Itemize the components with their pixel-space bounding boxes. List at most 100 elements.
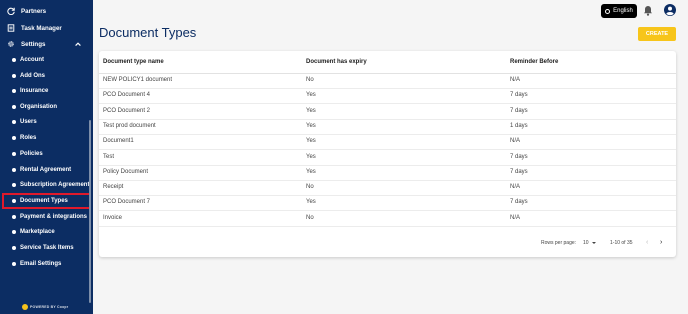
sidebar-item-label: Service Task Items	[20, 245, 74, 251]
column-header-reminder[interactable]: Reminder Before	[510, 59, 558, 65]
cell-document-type-name: Test prod document	[103, 122, 156, 129]
cell-has-expiry: Yes	[306, 92, 316, 99]
sidebar-item-insurance[interactable]: Insurance	[0, 84, 93, 98]
sidebar-item-payment-integrations[interactable]: Payment & integrations	[0, 210, 93, 224]
sidebar-item-label: Add Ons	[20, 73, 45, 79]
sidebar-item-document-types[interactable]: Document Types	[2, 193, 91, 209]
sidebar-item-label: Settings	[21, 40, 46, 48]
rows-per-page-label: Rows per page:	[541, 240, 577, 246]
globe-icon	[605, 8, 611, 14]
cell-reminder-before: 1 days	[510, 122, 528, 129]
cell-document-type-name: Test	[103, 153, 115, 160]
gear-icon	[7, 40, 15, 48]
bullet-icon	[12, 199, 16, 203]
sidebar-item-label: Partners	[21, 7, 47, 15]
sidebar-item-organisation[interactable]: Organisation	[0, 100, 93, 114]
sidebar-item-label: Document Types	[20, 198, 68, 204]
bullet-icon	[12, 105, 16, 109]
table-row[interactable]: Test prod document Yes 1 days	[99, 120, 676, 135]
sidebar-item-users[interactable]: Users	[0, 115, 93, 129]
sidebar-item-service-task-items[interactable]: Service Task Items	[0, 241, 93, 255]
bullet-icon	[12, 215, 16, 219]
cell-has-expiry: Yes	[306, 199, 316, 206]
column-header-name[interactable]: Document type name	[103, 59, 164, 65]
cell-has-expiry: Yes	[306, 122, 316, 129]
table-row[interactable]: Invoice No N/A	[99, 212, 676, 227]
sidebar-item-label: Policies	[20, 151, 43, 157]
cell-document-type-name: PCO Document 7	[103, 199, 151, 206]
cell-reminder-before: 7 days	[510, 92, 528, 99]
sidebar-item-add-ons[interactable]: Add Ons	[0, 69, 93, 83]
sidebar-item-roles[interactable]: Roles	[0, 131, 93, 145]
create-button[interactable]: CREATE	[638, 27, 676, 41]
sidebar-item-account[interactable]: Account	[0, 53, 93, 67]
user-account-icon[interactable]	[664, 4, 676, 16]
bullet-icon	[12, 168, 16, 172]
column-header-expiry[interactable]: Document has expiry	[306, 59, 367, 65]
cell-reminder-before: 7 days	[510, 153, 528, 160]
bullet-icon	[12, 246, 16, 250]
sidebar-item-subscription-agreement[interactable]: Subscription Agreement	[0, 178, 93, 192]
table-row[interactable]: Test Yes 7 days	[99, 151, 676, 166]
cell-has-expiry: No	[306, 184, 314, 191]
sidebar-scrollbar[interactable]	[89, 120, 91, 303]
cell-document-type-name: PCO Document 2	[103, 107, 151, 114]
sidebar-item-label: Organisation	[20, 104, 58, 110]
caret-down-icon[interactable]	[592, 242, 596, 244]
sidebar-item-label: Insurance	[20, 88, 49, 94]
sidebar-item-label: Task Manager	[21, 24, 62, 32]
cell-has-expiry: Yes	[306, 153, 316, 160]
cell-document-type-name: PCO Document 4	[103, 92, 151, 99]
bullet-icon	[12, 136, 16, 140]
cell-reminder-before: N/A	[510, 184, 521, 191]
table-row[interactable]: PCO Document 4 Yes 7 days	[99, 89, 676, 105]
cell-reminder-before: N/A	[510, 77, 521, 83]
bullet-icon	[12, 74, 16, 78]
bullet-icon	[12, 183, 16, 187]
sidebar-item-policies[interactable]: Policies	[0, 147, 93, 161]
sidebar-item-label: Account	[20, 57, 44, 63]
sidebar-item-marketplace[interactable]: Marketplace	[0, 225, 93, 239]
chevron-right-icon[interactable]: ›	[660, 239, 662, 246]
bullet-icon	[12, 262, 16, 266]
chevron-left-icon[interactable]: ‹	[646, 239, 648, 246]
sidebar-item-label: Payment & integrations	[20, 214, 88, 220]
task-icon	[7, 24, 15, 32]
cell-has-expiry: Yes	[306, 107, 316, 114]
bullet-icon	[12, 152, 16, 156]
table-row[interactable]: Document1 Yes N/A	[99, 135, 676, 151]
cell-document-type-name: Invoice	[103, 214, 123, 221]
table-row[interactable]: NEW POLICY1 document No N/A	[99, 74, 676, 89]
sidebar-item-rental-agreement[interactable]: Rental Agreement	[0, 163, 93, 177]
sidebar-item-label: Rental Agreement	[20, 167, 72, 173]
cell-document-type-name: Policy Document	[103, 168, 149, 175]
bullet-icon	[12, 230, 16, 234]
sidebar: Partners Task Manager Settings Account A…	[0, 0, 93, 314]
sidebar-item-email-settings[interactable]: Email Settings	[0, 257, 93, 271]
chevron-up-icon[interactable]	[74, 40, 82, 48]
bullet-icon	[12, 58, 16, 62]
powered-by-logo: POWERED BY Coopr	[22, 303, 68, 311]
pagination-range: 1-10 of 35	[610, 240, 633, 246]
pagination: Rows per page: 10 1-10 of 35 ‹ ›	[99, 237, 676, 249]
sidebar-item-settings[interactable]: Settings	[0, 37, 93, 51]
cell-document-type-name: NEW POLICY1 document	[103, 77, 173, 83]
cell-reminder-before: 7 days	[510, 168, 528, 175]
table-row[interactable]: PCO Document 2 Yes 7 days	[99, 105, 676, 120]
language-selector[interactable]: English	[601, 4, 637, 18]
table-row[interactable]: Policy Document Yes 7 days	[99, 166, 676, 181]
sidebar-item-label: Email Settings	[20, 261, 62, 267]
sidebar-item-task-manager[interactable]: Task Manager	[0, 21, 93, 35]
language-label: English	[613, 8, 633, 14]
sidebar-item-partners[interactable]: Partners	[0, 4, 93, 18]
cell-has-expiry: No	[306, 214, 314, 221]
bell-icon[interactable]	[643, 5, 653, 16]
table-row[interactable]: Receipt No N/A	[99, 181, 676, 197]
document-types-table: Document type name Document has expiry R…	[99, 51, 676, 257]
rows-per-page-select[interactable]: 10	[583, 240, 589, 246]
table-row[interactable]: PCO Document 7 Yes 7 days	[99, 196, 676, 212]
refresh-icon	[7, 7, 15, 15]
cell-document-type-name: Receipt	[103, 184, 124, 191]
cell-has-expiry: No	[306, 77, 314, 83]
bullet-icon	[12, 89, 16, 93]
